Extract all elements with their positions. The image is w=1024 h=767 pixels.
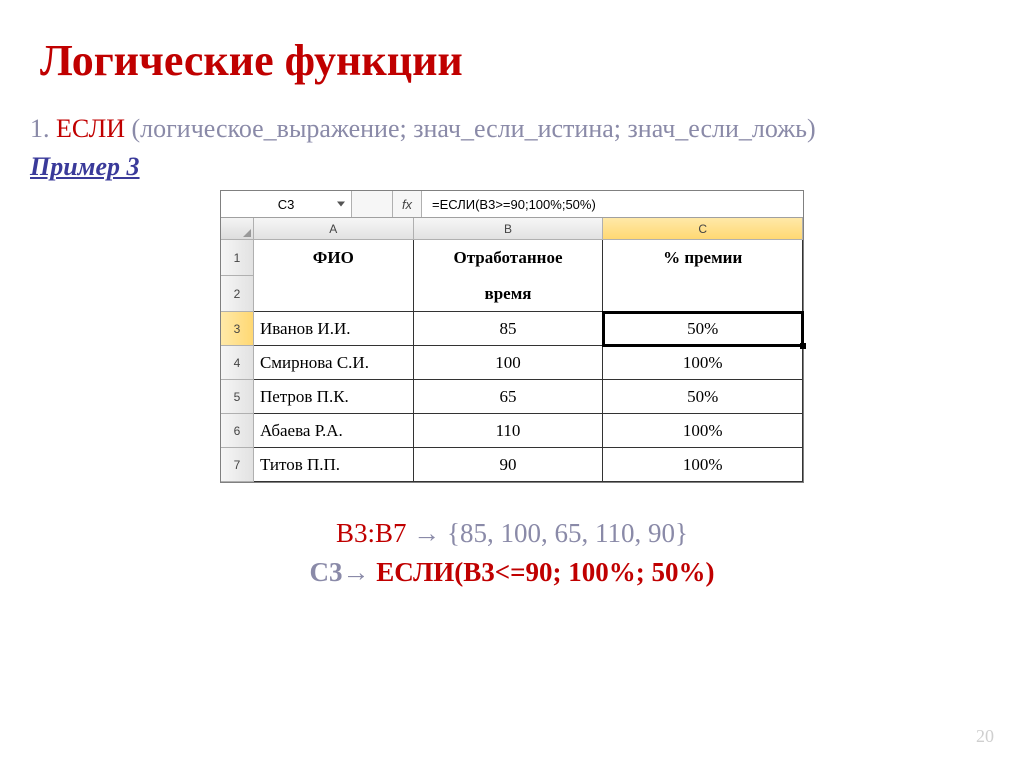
table-row: 5 Петров П.К. 65 50%: [221, 380, 803, 414]
row-header-3[interactable]: 3: [221, 312, 254, 346]
header-bonus: % премии: [603, 240, 803, 276]
formula-line: C3→ ЕСЛИ(B3<=90; 100%; 50%): [30, 557, 994, 588]
page-number: 20: [976, 726, 994, 747]
excel-screenshot: C3 fx =ЕСЛИ(B3>=90;100%;50%) A B C 1 ФИО…: [220, 190, 804, 483]
formula-cancel-icon: [352, 191, 393, 217]
header-fio: ФИО: [254, 240, 414, 276]
row-header-7[interactable]: 7: [221, 448, 254, 482]
cell-a7[interactable]: Титов П.П.: [254, 448, 414, 482]
list-number: 1.: [30, 114, 50, 143]
function-description: 1. ЕСЛИ (логическое_выражение; знач_если…: [30, 111, 994, 146]
header-time-bottom: время: [414, 276, 604, 312]
cell-b3[interactable]: 85: [414, 312, 604, 346]
header-fio-2: [254, 276, 414, 312]
row-header-2[interactable]: 2: [221, 276, 254, 312]
header-time-top: Отработанное: [414, 240, 604, 276]
cell-a6[interactable]: Абаева Р.А.: [254, 414, 414, 448]
arrow-icon: →: [343, 557, 370, 587]
column-headers: A B C: [221, 218, 803, 240]
table-header-row: 1 ФИО Отработанное % премии: [221, 240, 803, 276]
name-box[interactable]: C3: [221, 191, 352, 217]
formula-input[interactable]: =ЕСЛИ(B3>=90;100%;50%): [422, 191, 803, 217]
example-label: Пример 3: [30, 152, 994, 182]
header-bonus-2: [603, 276, 803, 312]
row-header-4[interactable]: 4: [221, 346, 254, 380]
function-name: ЕСЛИ: [56, 114, 125, 143]
row-header-5[interactable]: 5: [221, 380, 254, 414]
row-header-6[interactable]: 6: [221, 414, 254, 448]
cell-c5[interactable]: 50%: [603, 380, 803, 414]
table-row: 4 Смирнова С.И. 100 100%: [221, 346, 803, 380]
bottom-annotations: B3:B7 → {85, 100, 65, 110, 90} C3→ ЕСЛИ(…: [30, 518, 994, 588]
formula-bar: C3 fx =ЕСЛИ(B3>=90;100%;50%): [221, 191, 803, 218]
slide-title: Логические функции: [40, 35, 994, 86]
formula-text: ЕСЛИ(B3<=90; 100%; 50%): [376, 557, 714, 587]
cell-a3[interactable]: Иванов И.И.: [254, 312, 414, 346]
col-header-a[interactable]: A: [254, 218, 414, 240]
cell-ref: C3: [310, 557, 343, 587]
cell-a4[interactable]: Смирнова С.И.: [254, 346, 414, 380]
fx-icon[interactable]: fx: [393, 191, 422, 217]
cell-b6[interactable]: 110: [414, 414, 604, 448]
cell-b4[interactable]: 100: [414, 346, 604, 380]
cell-c4[interactable]: 100%: [603, 346, 803, 380]
cell-c7[interactable]: 100%: [603, 448, 803, 482]
cell-c6[interactable]: 100%: [603, 414, 803, 448]
range-ref: B3:B7: [336, 518, 407, 548]
select-all-corner[interactable]: [221, 218, 254, 240]
range-values-line: B3:B7 → {85, 100, 65, 110, 90}: [30, 518, 994, 549]
table-header-row-2: 2 время: [221, 276, 803, 312]
cell-c3[interactable]: 50%: [603, 312, 803, 346]
arrow-icon: →: [413, 518, 440, 548]
col-header-c[interactable]: C: [603, 218, 803, 240]
cell-b5[interactable]: 65: [414, 380, 604, 414]
cell-b7[interactable]: 90: [414, 448, 604, 482]
cell-a5[interactable]: Петров П.К.: [254, 380, 414, 414]
range-values: {85, 100, 65, 110, 90}: [447, 518, 688, 548]
function-args: (логическое_выражение; знач_если_истина;…: [132, 114, 816, 143]
table-row: 7 Титов П.П. 90 100%: [221, 448, 803, 482]
col-header-b[interactable]: B: [414, 218, 604, 240]
table-row: 3 Иванов И.И. 85 50%: [221, 312, 803, 346]
table-row: 6 Абаева Р.А. 110 100%: [221, 414, 803, 448]
row-header-1[interactable]: 1: [221, 240, 254, 276]
